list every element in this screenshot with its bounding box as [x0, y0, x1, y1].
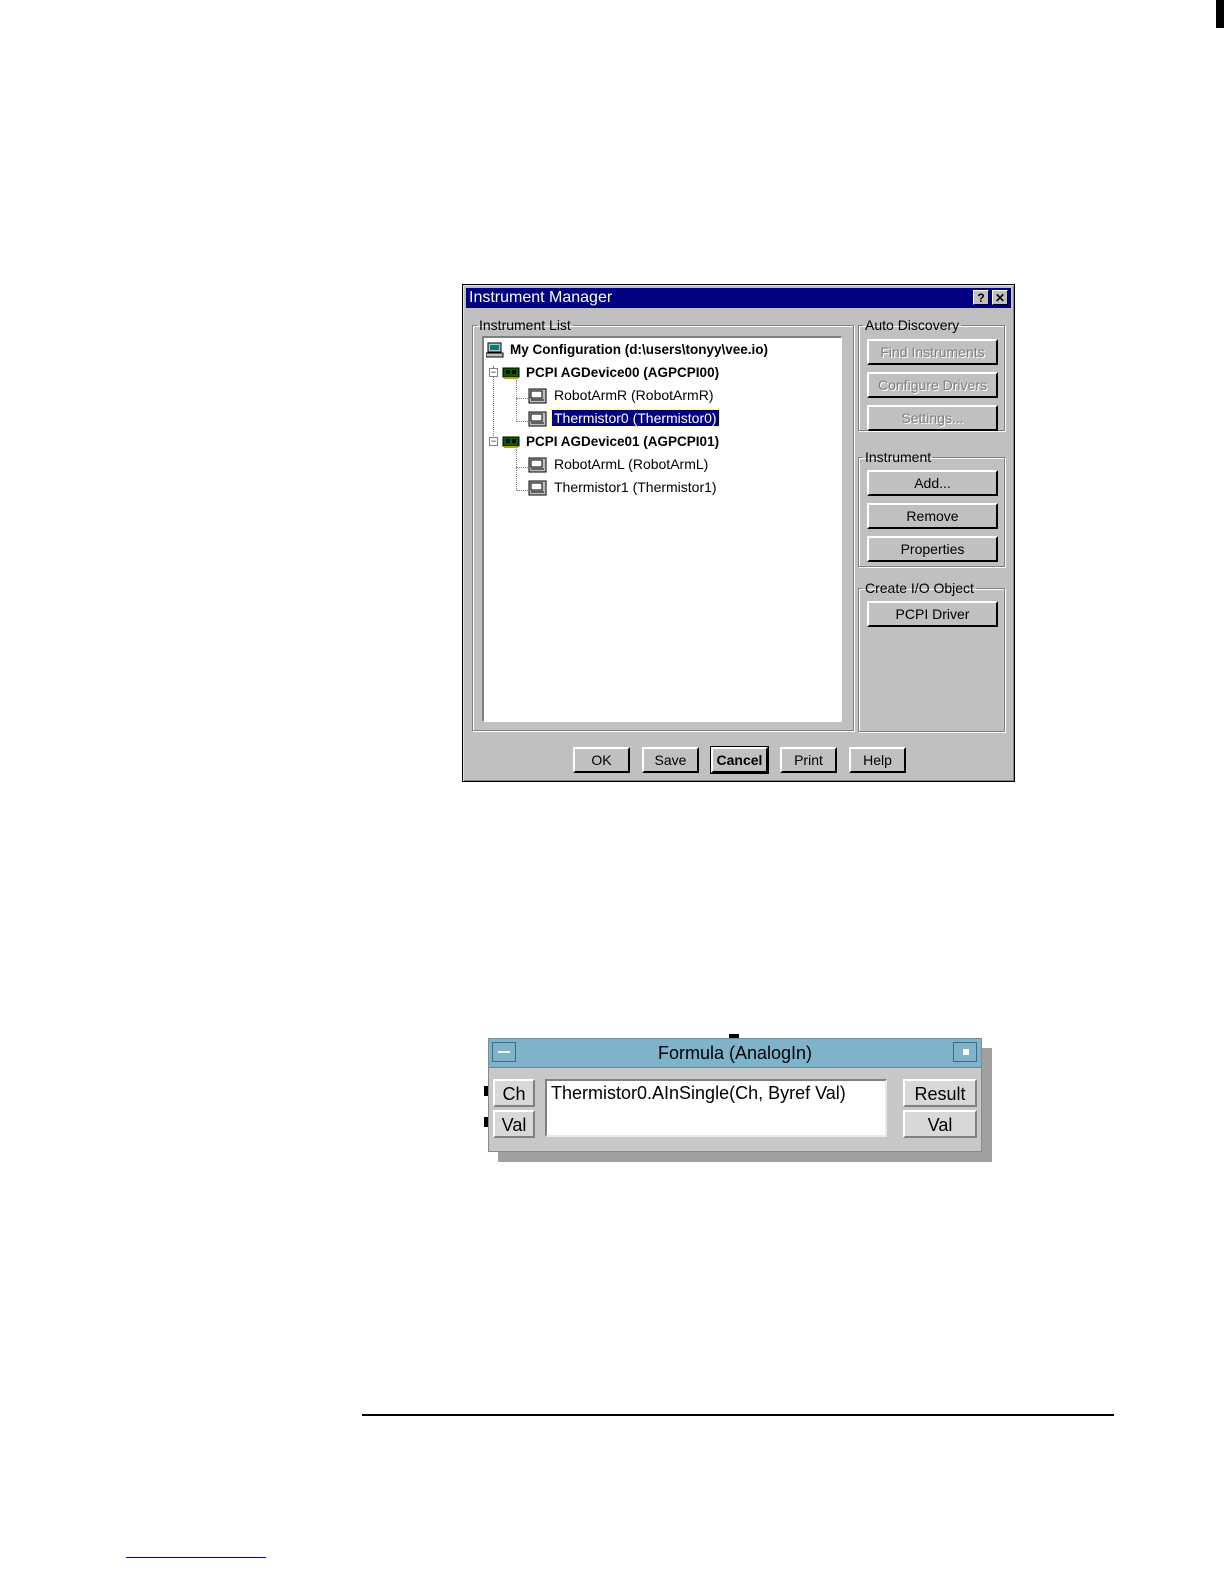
add-button[interactable]: Add...	[867, 470, 998, 496]
tree-node-thermistor0[interactable]: Thermistor0 (Thermistor0)	[528, 409, 720, 428]
output-pin-result[interactable]: Result	[903, 1079, 977, 1107]
tree-node-thermistor1[interactable]: Thermistor1 (Thermistor1)	[528, 479, 719, 497]
instrument-list-legend: Instrument List	[479, 317, 571, 333]
tree-connector	[516, 398, 528, 399]
formula-expression-field[interactable]: Thermistor0.AInSingle(Ch, Byref Val)	[545, 1079, 887, 1137]
auto-discovery-legend: Auto Discovery	[865, 317, 960, 333]
dialog-title: Instrument Manager	[469, 289, 613, 306]
tree-node-label: RobotArmL (RobotArmL)	[554, 456, 709, 472]
tree-node-label: PCPI AGDevice00 (AGPCPI00)	[526, 365, 720, 380]
formula-object[interactable]: Formula (AnalogIn) Ch Val Thermistor0.AI…	[488, 1038, 982, 1152]
cancel-button[interactable]: Cancel	[710, 746, 769, 774]
configure-drivers-button[interactable]: Configure Drivers	[867, 372, 998, 398]
instrument-legend: Instrument	[865, 449, 932, 465]
instrument-icon	[528, 411, 547, 427]
instrument-tree[interactable]: − − My Configuration (d:\users\tonyy\vee…	[482, 336, 842, 722]
input-pin-val[interactable]: Val	[493, 1110, 535, 1138]
formula-titlebar[interactable]: Formula (AnalogIn)	[489, 1039, 981, 1068]
tree-node-label: RobotArmR (RobotArmR)	[554, 387, 714, 403]
tree-connector	[516, 421, 528, 422]
collapse-toggle-device01[interactable]: −	[489, 437, 498, 446]
find-instruments-button[interactable]: Find Instruments	[867, 339, 998, 365]
page-rule	[362, 1414, 1114, 1416]
pcpi-driver-button[interactable]: PCPI Driver	[867, 601, 998, 627]
input-pin-ch[interactable]: Ch	[493, 1079, 535, 1107]
tree-node-label: PCPI AGDevice01 (AGPCPI01)	[526, 434, 720, 449]
instrument-icon	[528, 457, 547, 473]
remove-button[interactable]: Remove	[867, 503, 998, 529]
object-menu-icon[interactable]	[953, 1042, 977, 1062]
instrument-icon	[528, 480, 547, 496]
footer-link-underline	[126, 1557, 266, 1558]
formula-title: Formula (AnalogIn)	[657, 1043, 813, 1063]
instrument-icon	[528, 388, 547, 404]
settings-button[interactable]: Settings...	[867, 405, 998, 431]
output-pin-val[interactable]: Val	[903, 1110, 977, 1138]
dialog-titlebar[interactable]: Instrument Manager ? ✕	[466, 288, 1011, 308]
ok-button[interactable]: OK	[573, 747, 630, 773]
help-icon[interactable]: ?	[973, 290, 989, 305]
instrument-manager-dialog: Instrument Manager ? ✕ Instrument List −…	[462, 284, 1015, 782]
tree-node-label: My Configuration (d:\users\tonyy\vee.io)	[510, 342, 769, 357]
tree-connector	[516, 380, 517, 422]
save-button[interactable]: Save	[642, 747, 699, 773]
tree-connector	[516, 449, 517, 491]
close-icon[interactable]: ✕	[992, 290, 1008, 305]
tree-node-my-configuration[interactable]: My Configuration (d:\users\tonyy\vee.io)	[486, 341, 770, 358]
tree-node-label: Thermistor1 (Thermistor1)	[554, 479, 717, 495]
print-button[interactable]: Print	[780, 747, 837, 773]
board-icon	[502, 367, 520, 380]
tree-node-robotarml[interactable]: RobotArmL (RobotArmL)	[528, 456, 710, 474]
tree-node-label: Thermistor0 (Thermistor0)	[551, 409, 720, 427]
tree-connector	[516, 467, 528, 468]
board-icon	[502, 436, 520, 449]
page-edge-mark	[1216, 0, 1224, 28]
collapse-toggle-device00[interactable]: −	[489, 368, 498, 377]
tree-node-device00[interactable]: PCPI AGDevice00 (AGPCPI00)	[502, 364, 721, 380]
tree-connector	[516, 490, 528, 491]
create-io-object-legend: Create I/O Object	[865, 580, 974, 596]
tree-node-robotarmr[interactable]: RobotArmR (RobotArmR)	[528, 387, 715, 405]
properties-button[interactable]: Properties	[867, 536, 998, 562]
help-button[interactable]: Help	[849, 747, 906, 773]
computer-icon	[486, 342, 504, 358]
tree-node-device01[interactable]: PCPI AGDevice01 (AGPCPI01)	[502, 433, 721, 449]
